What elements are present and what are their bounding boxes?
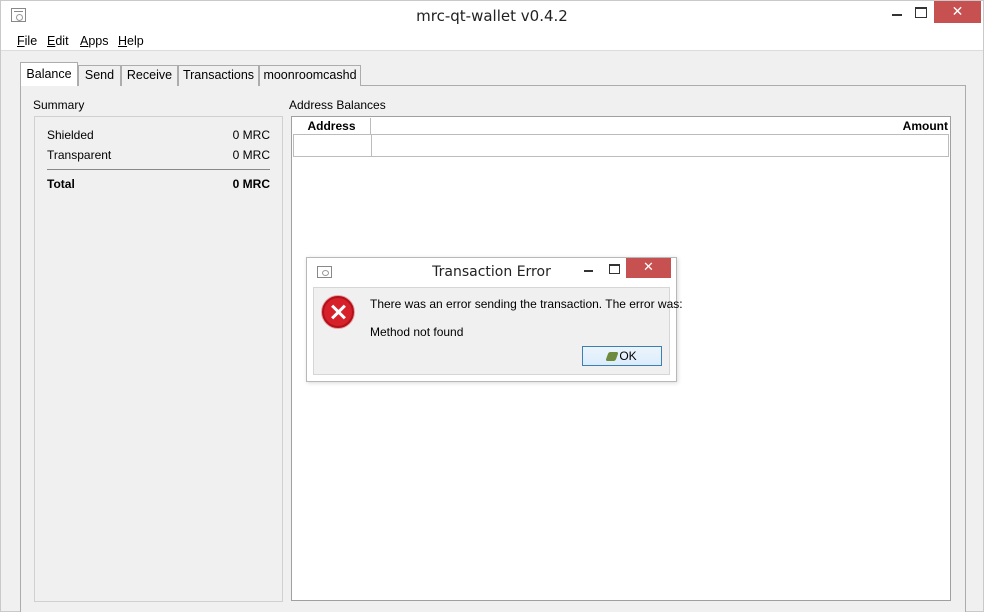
checkmark-icon bbox=[605, 352, 619, 361]
dialog-minimize-button[interactable] bbox=[579, 258, 601, 278]
shielded-row: Shielded 0 MRC bbox=[47, 128, 270, 142]
summary-title: Summary bbox=[33, 98, 85, 112]
window-title: mrc-qt-wallet v0.4.2 bbox=[416, 7, 568, 25]
column-header-amount[interactable]: Amount bbox=[903, 118, 948, 135]
transaction-error-dialog: Transaction Error ✕ There was an error s… bbox=[306, 257, 683, 382]
ok-button[interactable]: OK bbox=[582, 346, 662, 366]
summary-divider bbox=[47, 169, 270, 170]
summary-panel: Shielded 0 MRC Transparent 0 MRC Total 0… bbox=[34, 116, 283, 602]
main-window: mrc-qt-wallet v0.4.2 ✕ File Edit Apps He… bbox=[0, 0, 984, 612]
dialog-title-bar: Transaction Error ✕ bbox=[307, 258, 676, 285]
ok-label: OK bbox=[619, 349, 637, 363]
error-icon bbox=[322, 296, 354, 328]
menu-bar: File Edit Apps Help bbox=[1, 31, 983, 51]
cell-divider bbox=[371, 135, 372, 157]
shielded-value: 0 MRC bbox=[232, 128, 270, 142]
total-label: Total bbox=[47, 177, 75, 191]
tab-receive[interactable]: Receive bbox=[121, 65, 178, 86]
menu-apps[interactable]: Apps bbox=[80, 34, 109, 48]
transparent-value: 0 MRC bbox=[232, 148, 270, 162]
error-detail: Method not found bbox=[370, 325, 464, 339]
shielded-label: Shielded bbox=[47, 128, 94, 142]
error-message: There was an error sending the transacti… bbox=[370, 297, 683, 311]
close-button[interactable]: ✕ bbox=[934, 1, 981, 23]
tab-balance[interactable]: Balance bbox=[20, 62, 78, 86]
total-value: 0 MRC bbox=[232, 177, 270, 191]
tab-moonroomcashd[interactable]: moonroomcashd bbox=[259, 65, 361, 86]
table-row[interactable] bbox=[293, 135, 949, 157]
column-header-address[interactable]: Address bbox=[293, 118, 371, 135]
title-bar: mrc-qt-wallet v0.4.2 ✕ bbox=[1, 1, 983, 31]
tab-transactions[interactable]: Transactions bbox=[178, 65, 259, 86]
table-header: Address Amount bbox=[293, 118, 949, 135]
menu-edit[interactable]: Edit bbox=[47, 34, 69, 48]
menu-help[interactable]: Help bbox=[118, 34, 144, 48]
address-balances-title: Address Balances bbox=[289, 98, 386, 112]
dialog-maximize-button[interactable] bbox=[604, 258, 626, 278]
maximize-button[interactable] bbox=[906, 1, 936, 23]
transparent-row: Transparent 0 MRC bbox=[47, 148, 270, 162]
transparent-label: Transparent bbox=[47, 148, 112, 162]
tab-send[interactable]: Send bbox=[78, 65, 121, 86]
menu-file[interactable]: File bbox=[17, 34, 37, 48]
total-row: Total 0 MRC bbox=[47, 177, 270, 191]
dialog-body: There was an error sending the transacti… bbox=[313, 287, 683, 375]
dialog-close-button[interactable]: ✕ bbox=[626, 258, 671, 278]
